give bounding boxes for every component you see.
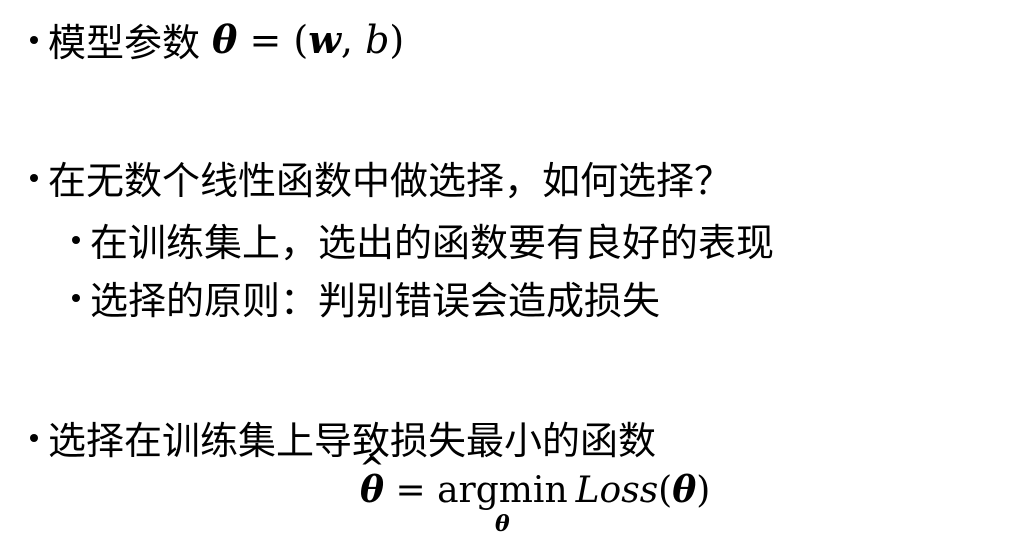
w-symbol: w <box>308 17 341 62</box>
bullet-model-params: 模型参数 θ = (w, b) <box>30 12 404 67</box>
bullet-dot <box>72 293 80 302</box>
bullet-dot <box>30 433 38 442</box>
theta-symbol: θ <box>672 469 697 511</box>
open-paren: ( <box>658 470 673 511</box>
bullet-text: 选择的原则：判别错误会造成损失 <box>90 279 661 323</box>
bullet-text: 在无数个线性函数中做选择，如何选择？ <box>48 159 733 203</box>
theta-symbol: θ <box>212 17 238 62</box>
bullet-dot <box>72 235 80 244</box>
bullet-choose-function: 在无数个线性函数中做选择，如何选择？ <box>30 150 732 205</box>
hat-mark: ^ <box>359 451 385 486</box>
argmin-formula: ^ θ = argmin θ Loss(θ) <box>359 454 711 536</box>
argmin-subscript: θ <box>495 511 510 537</box>
bullet-dot <box>30 35 38 44</box>
equals-sign: = <box>237 18 294 62</box>
argmin-operator: argmin θ <box>437 470 568 536</box>
bullet-text: 模型参数 <box>48 21 201 65</box>
subbullet-good-performance: 在训练集上，选出的函数要有良好的表现 <box>72 212 774 267</box>
equals-sign: = <box>384 470 438 511</box>
b-symbol: b <box>353 18 390 62</box>
loss-text: Loss <box>575 470 659 511</box>
argmin-text: argmin <box>437 470 568 511</box>
bullet-text: 在训练集上，选出的函数要有良好的表现 <box>90 221 775 265</box>
subbullet-principle: 选择的原则：判别错误会造成损失 <box>72 270 660 325</box>
bullet-minimize-loss: 选择在训练集上导致损失最小的函数 <box>30 410 656 465</box>
open-paren: ( <box>293 18 309 62</box>
close-paren: ) <box>696 470 711 511</box>
bullet-text: 选择在训练集上导致损失最小的函数 <box>48 419 657 463</box>
close-paren: ) <box>389 18 405 62</box>
params-formula: θ = (w, b) <box>212 17 404 62</box>
bullet-dot <box>30 173 38 182</box>
slide: 模型参数 θ = (w, b) 在无数个线性函数中做选择，如何选择？ 在训练集上… <box>0 0 1022 553</box>
theta-hat: ^ θ <box>359 454 384 509</box>
comma: , <box>340 18 354 62</box>
